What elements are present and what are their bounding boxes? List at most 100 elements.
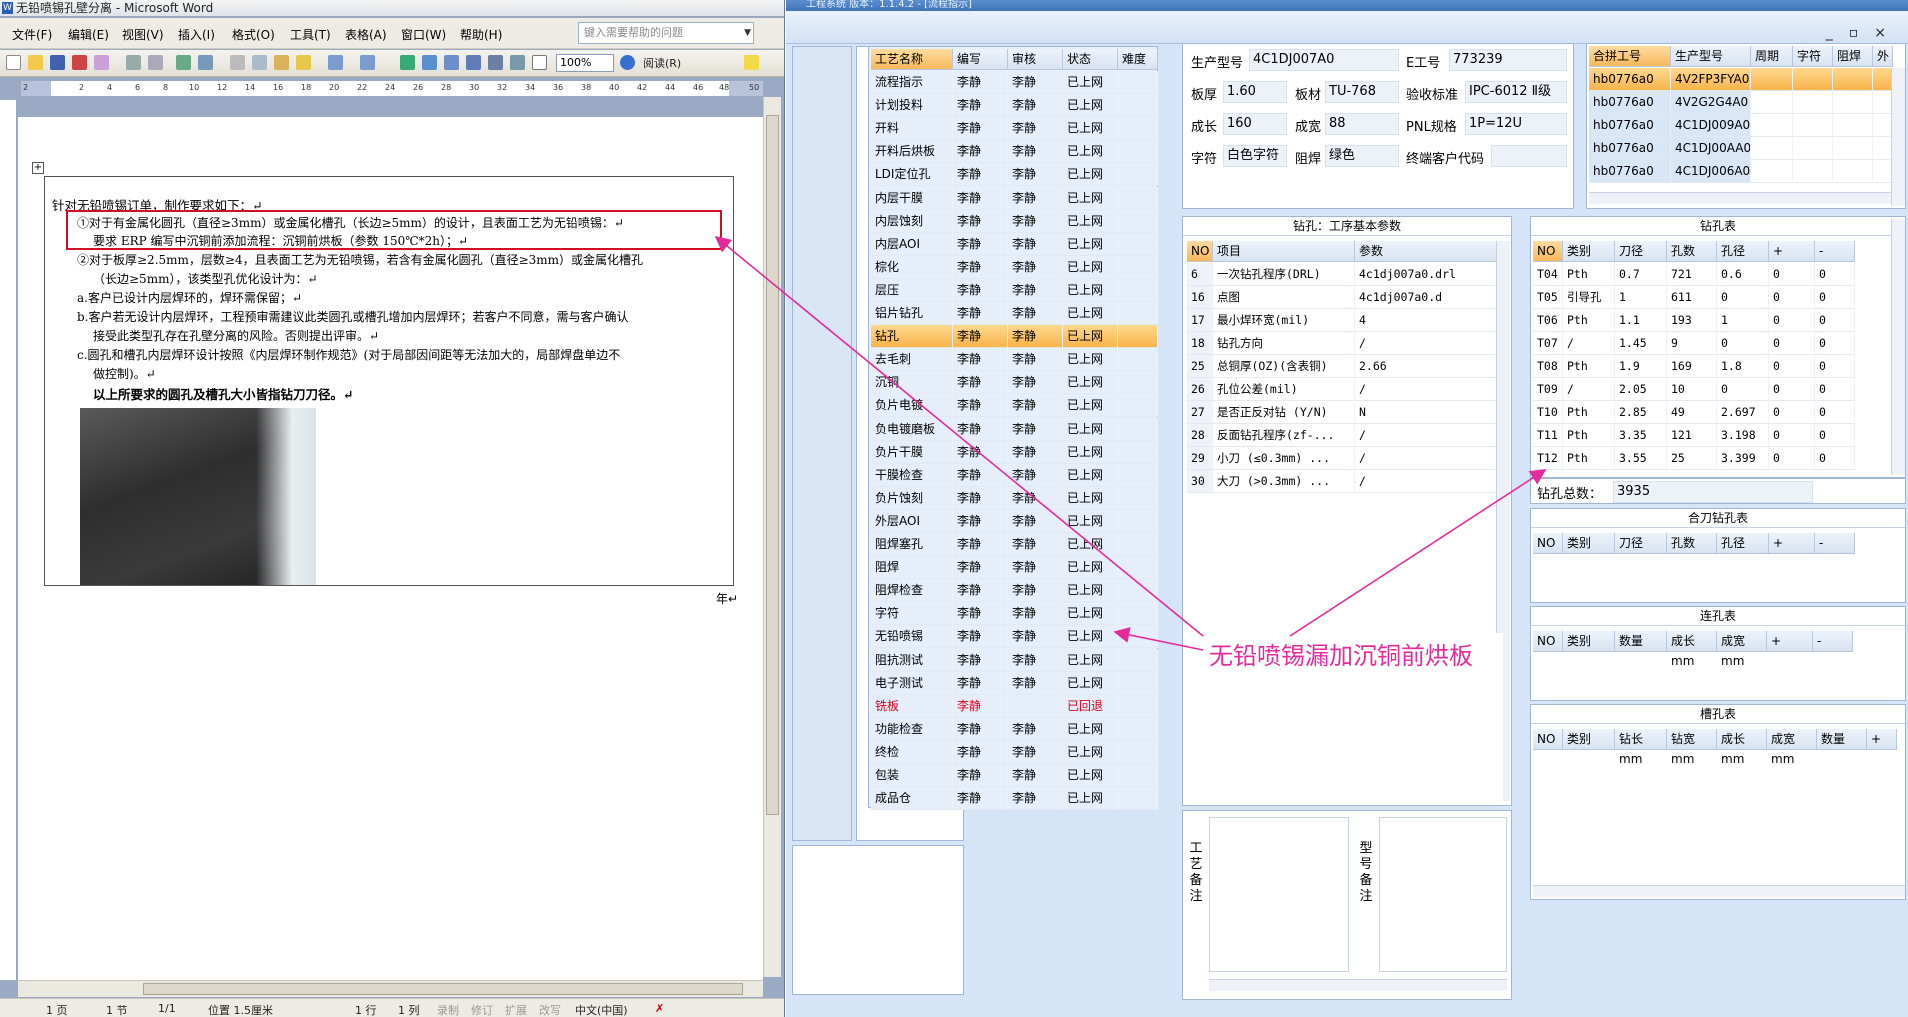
new-document-icon[interactable]	[6, 55, 21, 70]
combo-cell[interactable]	[1793, 114, 1833, 137]
drill-cell[interactable]: 0	[1717, 378, 1769, 401]
show-hide-icon[interactable]	[532, 55, 547, 70]
process-header-1[interactable]: 编写	[953, 49, 1008, 70]
help-search-input[interactable]: 键入需要帮助的问题 ▼	[578, 22, 754, 44]
process-cell[interactable]: 李静	[953, 325, 1008, 349]
process-header-4[interactable]: 难度	[1118, 49, 1158, 70]
process-cell[interactable]: 已上网	[1063, 278, 1118, 302]
menu-window[interactable]: 窗口(W)	[401, 26, 446, 43]
process-cell[interactable]	[1118, 417, 1158, 441]
process-cell[interactable]: 棕化	[871, 255, 953, 279]
process-cell[interactable]: 李静	[1008, 463, 1063, 487]
link-header-6[interactable]: -	[1813, 631, 1853, 652]
process-cell[interactable]: 已上网	[1063, 764, 1118, 787]
research-icon[interactable]	[198, 55, 213, 70]
process-cell[interactable]: 铝片钻孔	[871, 302, 953, 325]
params-cell[interactable]: 30	[1187, 470, 1213, 493]
remark-hscroll[interactable]	[1209, 979, 1507, 991]
drill-cell[interactable]: 引导孔	[1563, 286, 1615, 309]
process-cell[interactable]: 李静	[953, 533, 1008, 556]
drill-cell[interactable]: 3.35	[1615, 424, 1667, 447]
prod-model-field[interactable]: 4C1DJ007A0	[1249, 49, 1399, 71]
process-cell[interactable]: 李静	[953, 671, 1008, 695]
process-cell[interactable]: 已上网	[1063, 209, 1118, 233]
process-cell[interactable]: 内层干膜	[871, 186, 953, 210]
process-cell[interactable]: 李静	[1008, 717, 1063, 741]
combo-cell[interactable]	[1793, 160, 1833, 183]
process-cell[interactable]: 李静	[1008, 764, 1063, 787]
process-cell[interactable]	[1118, 602, 1158, 626]
cdrill-header-1[interactable]: 类别	[1563, 533, 1615, 554]
params-cell[interactable]: 4c1dj007a0.drl	[1355, 263, 1505, 286]
process-cell[interactable]	[1118, 140, 1158, 164]
process-cell[interactable]: 沉铜	[871, 371, 953, 395]
drill-header-3[interactable]: 孔数	[1667, 241, 1717, 262]
drill-cell[interactable]: 49	[1667, 401, 1717, 424]
drill-cell[interactable]: T11	[1533, 424, 1563, 447]
drill-header-5[interactable]: +	[1769, 241, 1815, 262]
process-cell[interactable]: 李静	[953, 255, 1008, 279]
process-cell[interactable]: 李静	[953, 625, 1008, 649]
slot-header-5[interactable]: 成宽mm	[1767, 729, 1817, 766]
combo-cell[interactable]	[1833, 160, 1873, 183]
process-cell[interactable]: 李静	[953, 394, 1008, 418]
process-cell[interactable]	[1118, 94, 1158, 118]
drill-cell[interactable]: T07	[1533, 332, 1563, 355]
process-cell[interactable]: LDI定位孔	[871, 163, 953, 187]
process-cell[interactable]: 李静	[953, 348, 1008, 372]
params-cell[interactable]: 29	[1187, 447, 1213, 470]
process-cell[interactable]: 李静	[953, 556, 1008, 580]
process-cell[interactable]: 李静	[953, 71, 1008, 94]
params-cell[interactable]: 27	[1187, 401, 1213, 424]
process-cell[interactable]: 李静	[1008, 533, 1063, 556]
combo-cell[interactable]	[1751, 160, 1793, 183]
process-cell[interactable]: 已上网	[1063, 740, 1118, 764]
chevron-down-icon[interactable]: ▼	[744, 23, 751, 43]
menu-insert[interactable]: 插入(I)	[178, 26, 215, 43]
model-remark-textarea[interactable]	[1379, 817, 1507, 972]
drill-cell[interactable]: 1	[1717, 309, 1769, 332]
combo-header-1[interactable]: 生产型号	[1671, 46, 1751, 67]
link-header-5[interactable]: +	[1767, 631, 1813, 652]
process-cell[interactable]: 李静	[1008, 556, 1063, 580]
slot-header-6[interactable]: 数量	[1817, 729, 1867, 750]
drill-cell[interactable]: 0	[1815, 332, 1855, 355]
char-color-field[interactable]: 白色字符	[1223, 145, 1287, 167]
drill-cell[interactable]: 2.85	[1615, 401, 1667, 424]
process-cell[interactable]: 铣板	[871, 694, 953, 718]
params-cell[interactable]: 25	[1187, 355, 1213, 378]
process-cell[interactable]: 李静	[953, 463, 1008, 487]
process-cell[interactable]	[1118, 740, 1158, 764]
params-cell[interactable]: 小刀 (≤0.3mm) ...	[1213, 447, 1355, 470]
drill-cell[interactable]: 0	[1717, 332, 1769, 355]
combo-cell[interactable]	[1873, 91, 1893, 114]
process-header-3[interactable]: 状态	[1063, 49, 1118, 70]
combo-cell[interactable]: 4C1DJ00AA0	[1671, 137, 1751, 160]
combo-cell[interactable]	[1873, 137, 1893, 160]
params-cell[interactable]: 总铜厚(OZ)(含表铜)	[1213, 355, 1355, 378]
width-field[interactable]: 88	[1325, 113, 1399, 135]
process-cell[interactable]: 钻孔	[871, 325, 953, 349]
process-cell[interactable]: 外层AOI	[871, 509, 953, 533]
process-cell[interactable]: 已上网	[1063, 371, 1118, 395]
params-cell[interactable]: 6	[1187, 263, 1213, 286]
redo-icon[interactable]	[360, 55, 375, 70]
cdrill-header-5[interactable]: +	[1769, 533, 1815, 554]
drill-cell[interactable]: 0	[1815, 309, 1855, 332]
drill-cell[interactable]: 0	[1769, 447, 1815, 470]
drill-cell[interactable]: 0	[1815, 378, 1855, 401]
drill-header-1[interactable]: 类别	[1563, 241, 1615, 262]
link-header-0[interactable]: NO	[1533, 631, 1563, 652]
drill-cell[interactable]: 0	[1769, 263, 1815, 286]
drill-cell[interactable]: Pth	[1563, 355, 1615, 378]
drill-cell[interactable]: 193	[1667, 309, 1717, 332]
process-cell[interactable]	[1118, 325, 1158, 349]
cdrill-header-2[interactable]: 刀径	[1615, 533, 1667, 554]
process-cell[interactable]	[1118, 625, 1158, 649]
format-painter-icon[interactable]	[296, 55, 311, 70]
process-header-0[interactable]: 工艺名称	[871, 49, 953, 70]
combo-cell[interactable]	[1833, 137, 1873, 160]
process-cell[interactable]: 负片蚀刻	[871, 486, 953, 510]
combo-cell[interactable]: hb0776a0	[1589, 91, 1671, 114]
process-cell[interactable]: 计划投料	[871, 94, 953, 118]
